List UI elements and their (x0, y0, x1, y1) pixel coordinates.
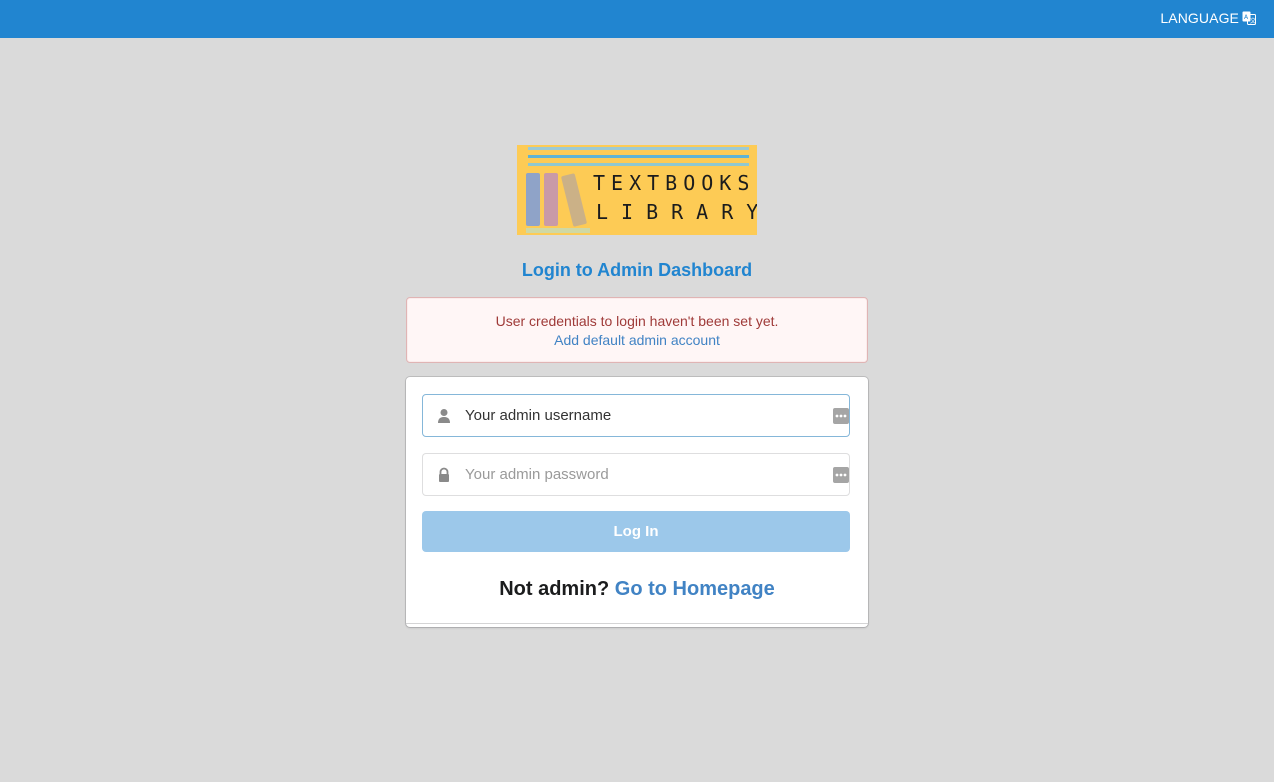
page-title: Login to Admin Dashboard (521, 260, 753, 280)
go-to-homepage-link[interactable]: Go to Homepage (615, 578, 775, 600)
add-default-admin-link[interactable]: Add default admin account (407, 331, 867, 350)
login-button[interactable]: Log In (422, 511, 850, 552)
not-admin-text: Not admin? (499, 578, 610, 600)
password-manager-icon[interactable] (833, 467, 849, 483)
user-icon (438, 409, 450, 423)
language-label: LANGUAGE (1160, 10, 1239, 26)
password-field[interactable] (422, 453, 850, 496)
password-manager-icon[interactable] (833, 408, 849, 424)
password-input[interactable] (465, 454, 825, 495)
top-bar: LANGUAGE A 文 (0, 0, 1274, 38)
homepage-prompt: Not admin? Go to Homepage (406, 578, 868, 601)
textbooks-library-logo: TEXTBOOKS LIBRARY (517, 145, 757, 235)
logo-text-line1: TEXTBOOKS (593, 171, 755, 195)
error-alert: User credentials to login haven't been s… (406, 297, 868, 363)
svg-text:文: 文 (1250, 17, 1256, 25)
logo-text-line2: LIBRARY (596, 200, 757, 224)
translate-icon: A 文 (1242, 11, 1256, 25)
username-field[interactable] (422, 394, 850, 437)
login-card: Log In Not admin? Go to Homepage (406, 377, 868, 627)
alert-message: User credentials to login haven't been s… (495, 313, 779, 329)
username-input[interactable] (465, 395, 825, 436)
language-menu[interactable]: LANGUAGE A 文 (1160, 10, 1256, 26)
lock-icon (439, 467, 449, 482)
